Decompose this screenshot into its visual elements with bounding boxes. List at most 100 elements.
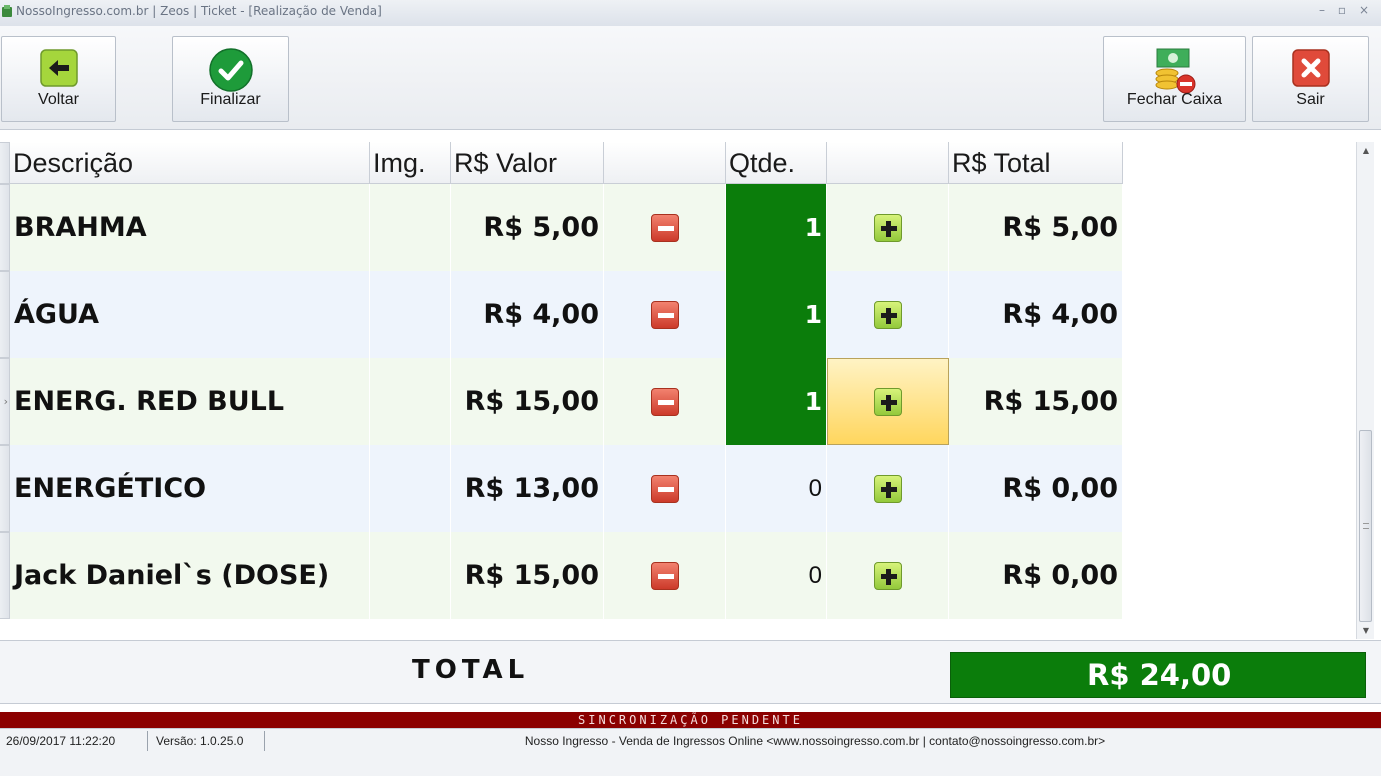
toolbar: Voltar Finalizar Fechar Caixa Sair xyxy=(0,26,1381,130)
scroll-thumb[interactable] xyxy=(1359,430,1372,622)
cell-minus xyxy=(604,358,726,445)
current-row-marker: › xyxy=(3,395,8,408)
minus-icon xyxy=(657,225,674,231)
decrement-button[interactable] xyxy=(650,387,679,416)
minus-icon xyxy=(657,573,674,579)
col-header-plus[interactable] xyxy=(827,142,949,184)
sync-status-banner: SINCRONIZAÇÃO PENDENTE xyxy=(0,712,1381,728)
check-icon xyxy=(208,48,253,92)
cell-valor: R$ 15,00 xyxy=(451,532,604,619)
increment-button[interactable] xyxy=(873,561,902,590)
total-value: R$ 24,00 xyxy=(950,652,1366,698)
cell-descricao: BRAHMA xyxy=(10,184,370,271)
cell-plus xyxy=(827,271,949,358)
increment-button[interactable] xyxy=(873,300,902,329)
table-row[interactable]: ÁGUA R$ 4,00 1 R$ 4,00 xyxy=(10,271,1123,358)
cell-descricao: ENERG. RED BULL xyxy=(10,358,370,445)
minus-icon xyxy=(657,486,674,492)
minus-icon xyxy=(657,399,674,405)
title-bar: NossoIngresso.com.br | Zeos | Ticket - [… xyxy=(0,0,1381,26)
cell-total: R$ 5,00 xyxy=(949,184,1123,271)
table-row[interactable]: BRAHMA R$ 5,00 1 R$ 5,00 xyxy=(10,184,1123,271)
vertical-scrollbar[interactable]: ▲ ▼ xyxy=(1356,142,1374,639)
plus-icon-vertical xyxy=(885,568,891,585)
cell-descricao: ÁGUA xyxy=(10,271,370,358)
cell-plus-focused xyxy=(827,358,949,445)
status-version: Versão: 1.0.25.0 xyxy=(150,731,265,751)
plus-icon-vertical xyxy=(885,220,891,237)
cell-total: R$ 0,00 xyxy=(949,445,1123,532)
sair-label: Sair xyxy=(1296,91,1325,108)
scroll-down-button[interactable]: ▼ xyxy=(1357,624,1375,638)
increment-button[interactable] xyxy=(873,474,902,503)
voltar-label: Voltar xyxy=(38,91,79,108)
increment-button[interactable] xyxy=(873,213,902,242)
minimize-button[interactable]: – xyxy=(1314,0,1330,20)
fechar-caixa-label: Fechar Caixa xyxy=(1126,91,1223,108)
voltar-button[interactable]: Voltar xyxy=(1,36,116,122)
col-header-minus[interactable] xyxy=(604,142,726,184)
cell-valor: R$ 5,00 xyxy=(451,184,604,271)
cell-qtde[interactable]: 0 xyxy=(726,445,827,532)
plus-icon-vertical xyxy=(885,307,891,324)
col-header-total[interactable]: R$ Total xyxy=(949,142,1123,184)
cell-descricao: ENERGÉTICO xyxy=(10,445,370,532)
finalizar-button[interactable]: Finalizar xyxy=(172,36,289,122)
cell-minus xyxy=(604,445,726,532)
cell-valor: R$ 15,00 xyxy=(451,358,604,445)
cell-minus xyxy=(604,184,726,271)
finalizar-label: Finalizar xyxy=(200,91,261,108)
cell-plus xyxy=(827,184,949,271)
decrement-button[interactable] xyxy=(650,474,679,503)
cell-minus xyxy=(604,271,726,358)
col-header-valor[interactable]: R$ Valor xyxy=(451,142,604,184)
cell-qtde[interactable]: 0 xyxy=(726,532,827,619)
table-row[interactable]: Jack Daniel`s (DOSE) R$ 15,00 0 R$ 0,00 xyxy=(10,532,1123,619)
row-indicator[interactable] xyxy=(0,532,10,619)
close-window-button[interactable]: × xyxy=(1356,0,1372,20)
row-indicator[interactable] xyxy=(0,271,10,358)
col-header-qtde[interactable]: Qtde. xyxy=(726,142,827,184)
cell-img xyxy=(370,532,451,619)
cell-total: R$ 4,00 xyxy=(949,271,1123,358)
cell-valor: R$ 4,00 xyxy=(451,271,604,358)
cell-img xyxy=(370,358,451,445)
plus-icon-vertical xyxy=(886,394,891,411)
row-indicator[interactable] xyxy=(0,445,10,532)
cell-img xyxy=(370,271,451,358)
app-window: NossoIngresso.com.br | Zeos | Ticket - [… xyxy=(0,0,1381,776)
cell-img xyxy=(370,445,451,532)
row-indicator-header xyxy=(0,142,10,184)
cell-img xyxy=(370,184,451,271)
close-icon xyxy=(1291,49,1330,87)
restore-button[interactable]: ▫ xyxy=(1334,0,1350,20)
total-label: TOTAL xyxy=(412,655,530,685)
scroll-up-button[interactable]: ▲ xyxy=(1357,144,1375,158)
cell-qtde[interactable]: 1 xyxy=(726,271,827,358)
fechar-caixa-button[interactable]: Fechar Caixa xyxy=(1103,36,1246,122)
cell-plus xyxy=(827,445,949,532)
total-bar: TOTAL R$ 24,00 xyxy=(0,640,1381,704)
cell-qtde[interactable]: 1 xyxy=(726,184,827,271)
cell-plus xyxy=(827,532,949,619)
window-title: NossoIngresso.com.br | Zeos | Ticket - [… xyxy=(16,4,382,18)
cell-qtde[interactable]: 1 xyxy=(726,358,827,445)
increment-button[interactable] xyxy=(874,387,902,416)
scroll-grip-icon xyxy=(1363,523,1369,529)
row-indicator[interactable] xyxy=(0,184,10,271)
status-info: Nosso Ingresso - Venda de Ingressos Onli… xyxy=(524,734,1106,748)
decrement-button[interactable] xyxy=(650,300,679,329)
table-row[interactable]: ENERGÉTICO R$ 13,00 0 R$ 0,00 xyxy=(10,445,1123,532)
cell-minus xyxy=(604,532,726,619)
sair-button[interactable]: Sair xyxy=(1252,36,1369,122)
row-indicator-current[interactable]: › xyxy=(0,358,10,445)
decrement-button[interactable] xyxy=(650,561,679,590)
col-header-descricao[interactable]: Descrição xyxy=(10,142,370,184)
minus-icon xyxy=(657,312,674,318)
decrement-button[interactable] xyxy=(650,213,679,242)
app-icon xyxy=(2,5,12,17)
arrow-left-icon xyxy=(39,49,78,87)
plus-icon-vertical xyxy=(885,481,891,498)
col-header-img[interactable]: Img. xyxy=(370,142,451,184)
table-row-selected[interactable]: ENERG. RED BULL R$ 15,00 1 R$ 15,00 xyxy=(10,358,1123,445)
